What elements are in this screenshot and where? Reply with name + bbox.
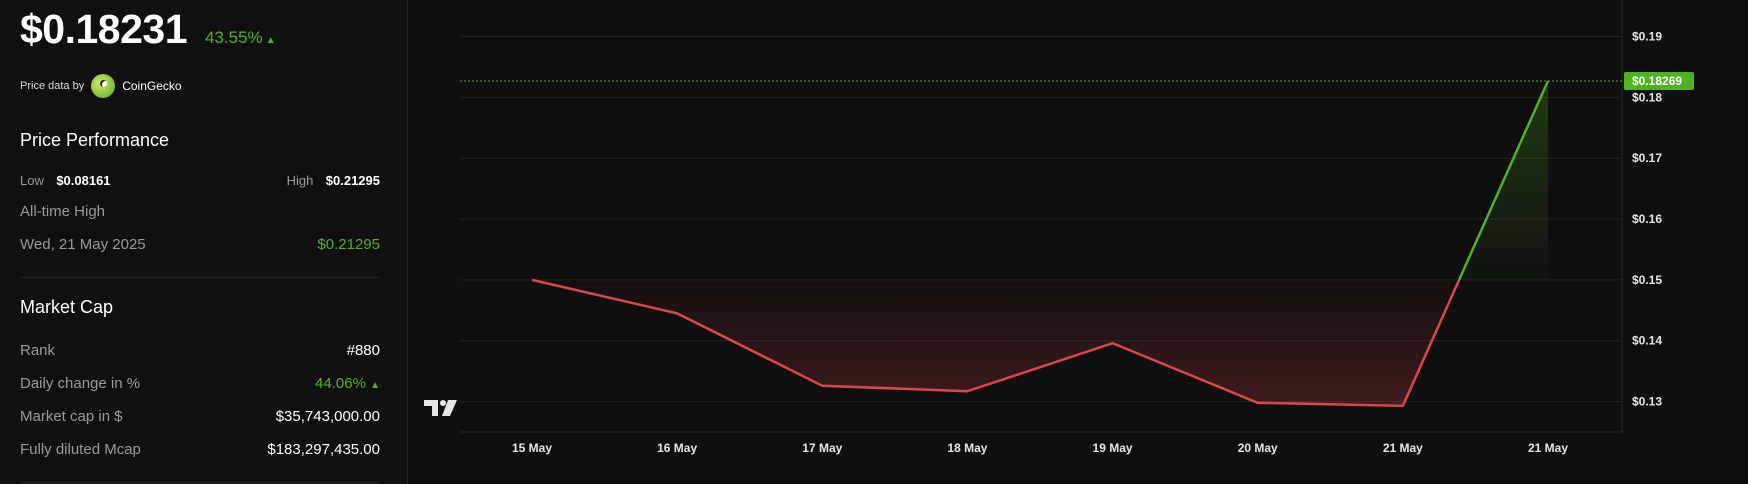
low-label: Low bbox=[20, 173, 44, 188]
price-source-name[interactable]: CoinGecko bbox=[122, 79, 181, 93]
daily-up-arrow-icon: ▲ bbox=[370, 380, 380, 391]
ath-row: Wed, 21 May 2025 $0.21295 bbox=[20, 236, 380, 253]
current-price: $0.18231 bbox=[20, 6, 188, 52]
coingecko-logo-icon bbox=[91, 74, 116, 98]
ath-label: All-time High bbox=[20, 203, 106, 220]
last-price-label: $0.18269 bbox=[1632, 74, 1682, 88]
x-tick-label: 21 May bbox=[1528, 441, 1568, 455]
section-divider bbox=[20, 277, 380, 278]
price-performance-title: Price Performance bbox=[20, 130, 170, 150]
daily-change-label: Daily change in % bbox=[20, 375, 141, 392]
y-tick-label: $0.18 bbox=[1632, 90, 1662, 104]
tradingview-logo-icon[interactable] bbox=[424, 398, 460, 418]
last-price-marker: $0.18269 bbox=[460, 71, 1694, 90]
low-high-row: Low $0.08161 High $0.21295 bbox=[20, 172, 380, 190]
y-tick-label: $0.15 bbox=[1632, 273, 1662, 287]
price-change-value: 43.55% bbox=[205, 28, 263, 47]
y-tick-label: $0.14 bbox=[1632, 334, 1662, 348]
daily-change-row: Daily change in % 44.06% ▲ bbox=[20, 375, 380, 392]
bottom-divider bbox=[20, 482, 380, 483]
ath-date: Wed, 21 May 2025 bbox=[20, 236, 146, 253]
ath-label-row: All-time High bbox=[20, 203, 380, 220]
market-cap-row: Market cap in $ $35,743,000.00 bbox=[20, 408, 380, 425]
fdv-value: $183,297,435.00 bbox=[267, 441, 380, 458]
x-tick-label: 17 May bbox=[802, 441, 842, 455]
price-source: Price data by CoinGecko bbox=[20, 74, 182, 98]
x-axis: 15 May 16 May 17 May 18 May 19 May 20 May 21 M… bbox=[512, 441, 1568, 455]
ath-value: $0.21295 bbox=[317, 236, 380, 253]
price-header: $0.18231 43.55% ▲ bbox=[20, 6, 276, 53]
y-tick-label: $0.17 bbox=[1632, 151, 1662, 165]
y-tick-label: $0.16 bbox=[1632, 212, 1662, 226]
high-value: $0.21295 bbox=[325, 173, 380, 188]
market-cap-value: $35,743,000.00 bbox=[275, 408, 380, 425]
x-tick-label: 19 May bbox=[1093, 441, 1133, 455]
rank-value: #880 bbox=[346, 342, 380, 359]
market-cap-title: Market Cap bbox=[20, 297, 114, 317]
price-chart-canvas[interactable]: $0.13 $0.14 $0.15 $0.16 $0.17 $0.18 $0.19 15 M… bbox=[408, 0, 1748, 484]
rank-label: Rank bbox=[20, 342, 56, 359]
price-widget: $0.18231 43.55% ▲ Price data by CoinGecko… bbox=[0, 0, 1748, 484]
price-change: 43.55% ▲ bbox=[205, 28, 276, 48]
x-tick-label: 21 May bbox=[1383, 441, 1423, 455]
fdv-label: Fully diluted Mcap bbox=[20, 441, 141, 458]
high-label: High bbox=[286, 173, 314, 188]
x-tick-label: 16 May bbox=[657, 441, 697, 455]
y-tick-label: $0.19 bbox=[1632, 30, 1662, 44]
low-value: $0.08161 bbox=[56, 173, 111, 188]
token-stats-panel: $0.18231 43.55% ▲ Price data by CoinGecko… bbox=[0, 0, 408, 484]
x-tick-label: 18 May bbox=[947, 441, 987, 455]
market-cap-label: Market cap in $ bbox=[20, 408, 123, 425]
down-area-fill bbox=[532, 279, 1460, 406]
y-tick-label: $0.13 bbox=[1632, 395, 1662, 409]
price-source-prefix: Price data by bbox=[20, 80, 85, 92]
chart-area-fill bbox=[532, 80, 1548, 406]
price-chart[interactable]: $0.13 $0.14 $0.15 $0.16 $0.17 $0.18 $0.19 15 M… bbox=[408, 0, 1748, 484]
fdv-row: Fully diluted Mcap $183,297,435.00 bbox=[20, 441, 380, 458]
rank-row: Rank #880 bbox=[20, 342, 380, 359]
daily-change-value: 44.06% bbox=[315, 375, 366, 392]
x-tick-label: 15 May bbox=[512, 441, 552, 455]
daily-change: 44.06% ▲ bbox=[315, 375, 380, 392]
x-tick-label: 20 May bbox=[1238, 441, 1278, 455]
up-arrow-icon: ▲ bbox=[265, 35, 276, 46]
